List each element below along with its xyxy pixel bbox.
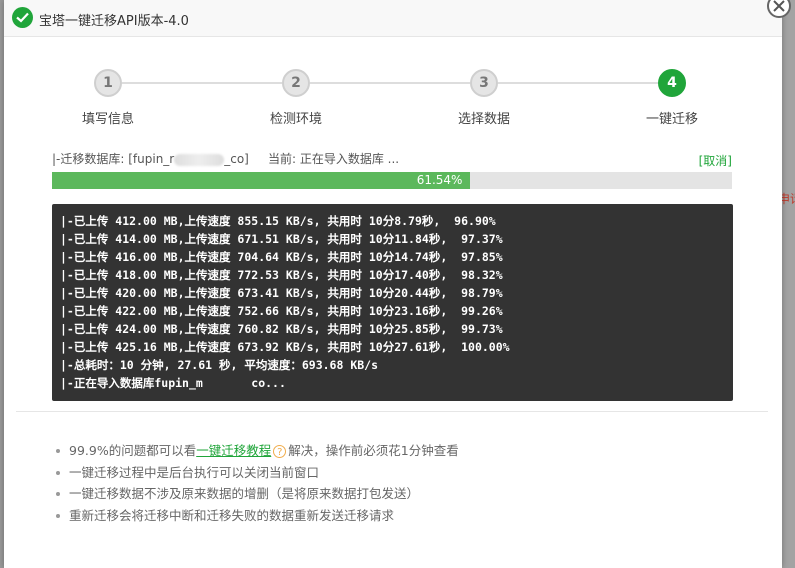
step-connector xyxy=(498,82,658,84)
step-3-circle: 3 xyxy=(470,69,498,97)
log-line: |-已上传 412.00 MB,上传速度 855.15 KB/s, 共用时 10… xyxy=(60,214,496,228)
step-1-label: 填写信息 xyxy=(81,112,134,127)
check-circle-icon xyxy=(12,7,33,28)
log-line: |-已上传 418.00 MB,上传速度 772.53 KB/s, 共用时 10… xyxy=(60,268,503,282)
tip-item: 99.9%的问题都可以看一键迁移教程? 解决，操作前必须花1分钟查看 xyxy=(52,440,752,462)
tip1-prefix: 99.9%的问题都可以看 xyxy=(69,443,197,458)
log-line: |-已上传 422.00 MB,上传速度 752.66 KB/s, 共用时 10… xyxy=(60,304,503,318)
log-line: |-已上传 420.00 MB,上传速度 673.41 KB/s, 共用时 10… xyxy=(60,286,503,300)
step-connector xyxy=(310,82,470,84)
step-3-label: 选择数据 xyxy=(457,112,510,127)
tips-list: 99.9%的问题都可以看一键迁移教程? 解决，操作前必须花1分钟查看 一键迁移过程… xyxy=(52,440,752,526)
status-db-suffix: _co] xyxy=(224,152,249,166)
tutorial-link[interactable]: 一键迁移教程 xyxy=(196,443,271,458)
tip-item: 重新迁移会将迁移中断和迁移失败的数据重新发送迁移请求 xyxy=(52,505,752,527)
status-database: |-迁移数据库: [fupin_r _co] xyxy=(52,150,249,167)
migration-dialog: 宝塔一键迁移API版本-4.0 1 填写信息 2 检测环境 3 选择数据 4 一… xyxy=(4,0,782,568)
migration-status: |-迁移数据库: [fupin_r _co] 当前: 正在导入数据库 ... [取… xyxy=(52,150,732,168)
status-db-prefix: |-迁移数据库: [fupin_r xyxy=(52,152,175,166)
redacted-mask xyxy=(174,153,225,166)
progress-bar: 61.54% xyxy=(52,172,732,189)
log-line: |-已上传 425.16 MB,上传速度 673.92 KB/s, 共用时 10… xyxy=(60,340,510,354)
step-1-circle: 1 xyxy=(94,69,122,97)
log-line: |-已上传 414.00 MB,上传速度 671.51 KB/s, 共用时 10… xyxy=(60,232,503,246)
log-line: |-已上传 416.00 MB,上传速度 704.64 KB/s, 共用时 10… xyxy=(60,250,503,264)
status-current: 当前: 正在导入数据库 ... xyxy=(268,152,400,166)
step-connector xyxy=(122,82,282,84)
step-2-label: 检测环境 xyxy=(269,112,322,127)
close-icon xyxy=(773,0,785,12)
dialog-title: 宝塔一键迁移API版本-4.0 xyxy=(39,14,189,29)
log-line: |-已上传 424.00 MB,上传速度 760.82 KB/s, 共用时 10… xyxy=(60,322,503,336)
migration-log: |-已上传 412.00 MB,上传速度 855.15 KB/s, 共用时 10… xyxy=(52,204,733,401)
background-right-strip xyxy=(782,0,795,568)
tip1-suffix: 解决，操作前必须花1分钟查看 xyxy=(288,443,459,458)
cancel-button[interactable]: [取消] xyxy=(699,152,732,169)
step-2-circle: 2 xyxy=(282,69,310,97)
tip-item: 一键迁移数据不涉及原来数据的增删（是将原来数据打包发送） xyxy=(52,483,752,505)
step-4-label: 一键迁移 xyxy=(645,112,698,127)
step-4-circle: 4 xyxy=(658,69,686,97)
log-line: |-正在导入数据库fupin_m co... xyxy=(60,376,286,390)
progress-label: 61.54% xyxy=(416,173,463,187)
step-indicator: 1 填写信息 2 检测环境 3 选择数据 4 一键迁移 xyxy=(4,64,782,134)
log-line: |-总耗时：10 分钟, 27.61 秒, 平均速度：693.68 KB/s xyxy=(60,358,379,372)
divider xyxy=(16,411,768,412)
tip-item: 一键迁移过程中是后台执行可以关闭当前窗口 xyxy=(52,462,752,484)
help-icon[interactable]: ? xyxy=(273,445,287,458)
dialog-titlebar: 宝塔一键迁移API版本-4.0 xyxy=(4,0,782,37)
